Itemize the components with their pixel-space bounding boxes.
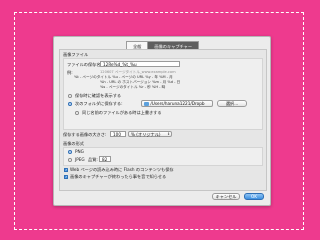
preferences-dialog: 全般 画像のキャプチャー 画像ファイル ファイルの保存名: 12Re%d_%t_… — [53, 36, 271, 206]
notify-checkbox[interactable]: ✓ — [64, 175, 68, 179]
overwrite-label: 同じ名前のファイルがある時は上書きする — [82, 110, 162, 115]
png-label: PNG — [75, 149, 84, 154]
scale-label: 保存する画像の大きさ: — [63, 132, 107, 137]
folder-path: /Users/haruna1221/Dropb — [150, 101, 205, 106]
example-legend-line-3: %s - ページのタイトル %r - 秒 %H - 時 — [100, 85, 166, 89]
flash-checkbox[interactable]: ✓ — [64, 168, 68, 172]
ask-on-save-radio[interactable] — [68, 94, 72, 98]
png-radio[interactable] — [68, 150, 72, 154]
choose-folder-button[interactable]: 選択... — [217, 100, 247, 107]
format-group: PNG JPEG 品質: 82 — [63, 147, 263, 166]
capture-settings-panel: 画像ファイル ファイルの保存名: 12Re%d_%t_%u 例: 120607 … — [59, 49, 267, 191]
image-file-group: ファイルの保存名: 12Re%d_%t_%u 例: 120607 ページタイトル… — [63, 58, 263, 130]
folder-icon — [144, 102, 149, 106]
notify-label: 画像のキャプチャーが終わったら事を音で知らせる — [70, 174, 167, 179]
popup-arrows-icon: ⇕ — [167, 132, 170, 136]
scale-unit-value: % (オリジナル) — [131, 132, 161, 137]
jpeg-radio[interactable] — [68, 158, 72, 162]
scale-unit-popup[interactable]: % (オリジナル) ⇕ — [128, 131, 172, 137]
quality-label: 品質: — [88, 157, 98, 162]
overwrite-radio[interactable] — [75, 111, 79, 115]
scale-field[interactable]: 100 — [110, 131, 126, 137]
jpeg-label: JPEG — [75, 157, 85, 162]
cancel-button[interactable]: キャンセル — [212, 193, 240, 200]
save-to-folder-radio[interactable] — [68, 102, 72, 106]
flash-label: Web ページの読み込み時に Flash のコンテンツも保存 — [70, 167, 174, 172]
quality-field[interactable]: 82 — [99, 156, 111, 162]
save-to-folder-label: 次のフォルダに保存する: — [75, 101, 123, 106]
filename-field[interactable]: 12Re%d_%t_%u — [100, 61, 180, 67]
filename-label: ファイルの保存名: — [67, 62, 102, 67]
ok-button[interactable]: OK — [244, 193, 264, 200]
example-label: 例: — [67, 70, 73, 75]
folder-path-popup[interactable]: /Users/haruna1221/Dropb — [141, 100, 213, 107]
ask-on-save-label: 保存時に確認を表示する — [75, 93, 122, 98]
